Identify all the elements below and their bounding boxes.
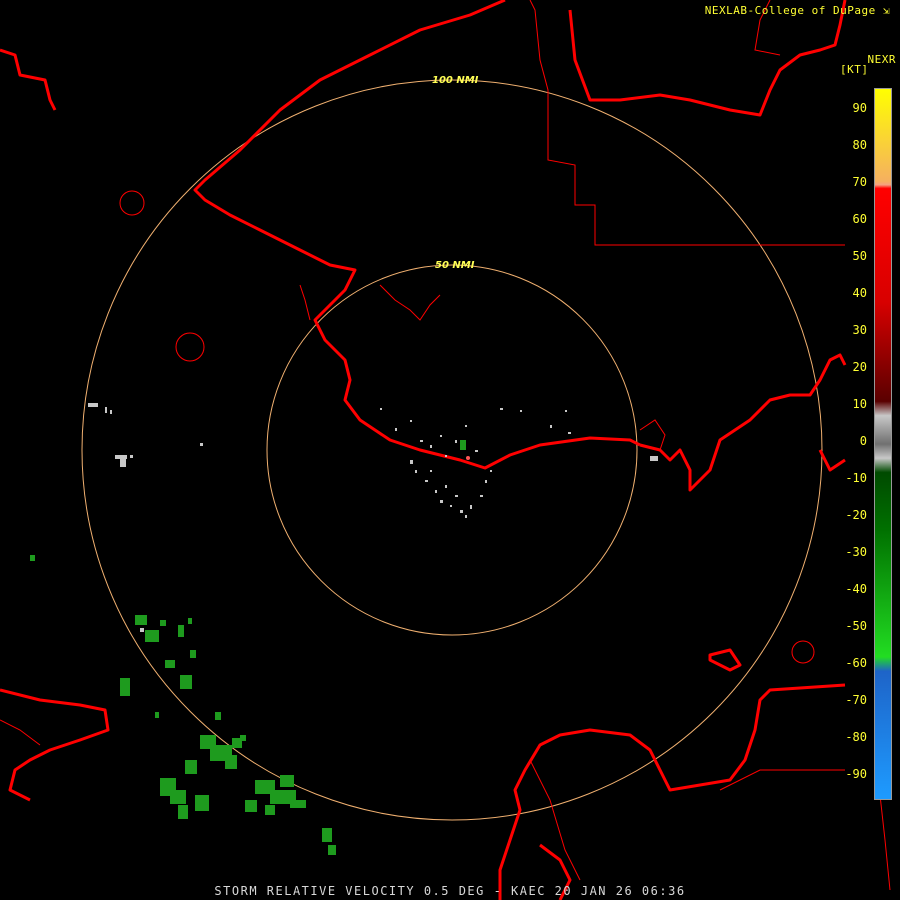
range-ring-inner-label: 50 NMI: [435, 260, 475, 271]
legend-tick: 20: [852, 360, 867, 374]
velocity-echoes-green: [30, 440, 466, 855]
k-arrow-icon: ⇲: [882, 4, 890, 17]
legend-tick: -50: [845, 619, 867, 633]
legend-tick: -90: [845, 767, 867, 781]
legend-tick: 80: [852, 138, 867, 152]
product-caption: STORM RELATIVE VELOCITY 0.5 DEG - KAEC 2…: [214, 884, 686, 898]
units-label: [KT]: [840, 63, 869, 76]
velocity-legend: 90 80 70 60 50 40 30 20 10 0 -10 -20 -30 -40 -50 -60 -70…: [845, 88, 891, 800]
boundary-thin: [0, 0, 891, 891]
legend-tick: -20: [845, 508, 867, 522]
radar-map: 100 NMI 50 NMI: [0, 0, 891, 900]
range-ring-outer: [81, 79, 823, 821]
legend-tick: 10: [852, 397, 867, 411]
velocity-echoes-gray: [88, 403, 658, 632]
legend-tick: 50: [852, 249, 867, 263]
credit-label: NEXLAB-College of DuPage ⇲: [705, 4, 890, 17]
legend-tick: 0: [859, 434, 867, 448]
legend-tick: -40: [845, 582, 867, 596]
legend-tick: 70: [852, 175, 867, 189]
credit-text: NEXLAB-College of DuPage: [704, 4, 876, 17]
legend-tick: 30: [852, 323, 867, 337]
radar-site-marker: [466, 456, 470, 460]
legend-tick: 60: [852, 212, 867, 226]
legend-tick: -30: [845, 545, 867, 559]
legend-tick: 40: [852, 286, 867, 300]
legend-tick: 90: [852, 101, 867, 115]
legend-tick: -60: [845, 656, 867, 670]
range-ring-inner: [266, 264, 638, 636]
range-ring-outer-label: 100 NMI: [432, 75, 479, 86]
legend-tick: -10: [845, 471, 867, 485]
legend-tick: -70: [845, 693, 867, 707]
product-label: NEXR: [867, 53, 896, 66]
legend-tick: -80: [845, 730, 867, 744]
coastline-thick: [0, 0, 847, 900]
